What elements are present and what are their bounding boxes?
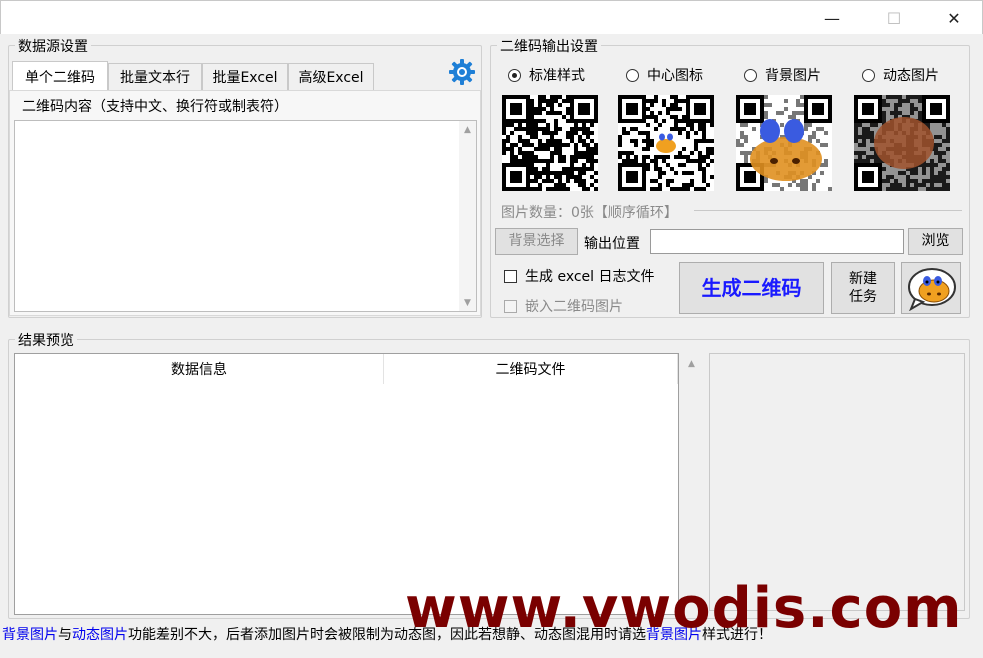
- gear-icon[interactable]: [448, 58, 476, 86]
- status-link-animated: 动态图片: [72, 627, 128, 643]
- image-count-label: 图片数量：0张【顺序循环】: [501, 205, 678, 221]
- qr-background-preview[interactable]: [736, 95, 832, 191]
- radio-icon[interactable]: [744, 68, 757, 82]
- browse-button[interactable]: 浏览: [908, 228, 963, 255]
- tab-batch-text[interactable]: 批量文本行: [108, 63, 202, 90]
- title-bar: — ☐ ✕: [0, 0, 983, 34]
- qr-animated-preview[interactable]: [854, 95, 950, 191]
- separator-line: [694, 210, 962, 211]
- radio-icon[interactable]: [862, 68, 875, 82]
- datasource-title: 数据源设置: [15, 36, 91, 56]
- radio-animated-image[interactable]: 动态图片: [862, 65, 939, 85]
- scroll-down-icon[interactable]: ▼: [459, 294, 476, 311]
- radio-center-icon[interactable]: 中心图标: [626, 65, 703, 85]
- radio-background-image[interactable]: 背景图片: [744, 65, 821, 85]
- status-text: 与: [58, 627, 72, 643]
- results-title: 结果预览: [15, 330, 77, 350]
- status-link-background: 背景图片: [2, 627, 58, 643]
- content-scrollbar[interactable]: ▲ ▼: [459, 121, 476, 311]
- about-button[interactable]: [901, 262, 961, 314]
- generate-qr-button[interactable]: 生成二维码: [679, 262, 824, 314]
- qr-standard-preview[interactable]: [502, 95, 598, 191]
- watermark: www.vwodis.com: [405, 576, 963, 641]
- content-textarea[interactable]: ▲ ▼: [14, 120, 477, 312]
- qr-preview-panel: [709, 353, 965, 611]
- checkbox-label: 生成 excel 日志文件: [525, 269, 655, 285]
- qr-center-icon-preview[interactable]: [618, 95, 714, 191]
- minimize-button[interactable]: —: [809, 1, 855, 35]
- maximize-button[interactable]: ☐: [871, 1, 917, 35]
- output-location-input[interactable]: [650, 229, 904, 254]
- gen-excel-log-checkbox[interactable]: 生成 excel 日志文件: [504, 266, 655, 286]
- radio-label: 中心图标: [647, 68, 703, 84]
- radio-label: 标准样式: [529, 68, 585, 84]
- tab-batch-excel[interactable]: 批量Excel: [202, 63, 288, 90]
- new-task-button[interactable]: 新建 任务: [831, 262, 895, 314]
- output-location-label: 输出位置: [584, 236, 640, 252]
- cow-icon: [908, 268, 956, 311]
- content-label: 二维码内容（支持中文、换行符或制表符）: [22, 99, 288, 115]
- checkbox-box[interactable]: [504, 269, 517, 283]
- embed-qr-checkbox[interactable]: 嵌入二维码图片: [504, 296, 623, 316]
- radio-label: 动态图片: [883, 68, 939, 84]
- radio-icon[interactable]: [626, 68, 639, 82]
- radio-icon[interactable]: [508, 68, 521, 82]
- tab-advanced-excel[interactable]: 高级Excel: [288, 63, 374, 90]
- close-button[interactable]: ✕: [931, 1, 977, 35]
- radio-standard-style[interactable]: 标准样式: [508, 65, 585, 85]
- radio-label: 背景图片: [765, 68, 821, 84]
- background-select-button[interactable]: 背景选择: [495, 228, 578, 255]
- scroll-up-icon[interactable]: ▲: [459, 121, 476, 138]
- scroll-up-icon[interactable]: ▲: [683, 355, 700, 372]
- checkbox-box[interactable]: [504, 299, 517, 313]
- tab-single-qr[interactable]: 单个二维码: [12, 61, 108, 91]
- column-qr-file[interactable]: 二维码文件: [384, 354, 678, 384]
- checkbox-label: 嵌入二维码图片: [525, 299, 623, 315]
- output-title: 二维码输出设置: [497, 36, 601, 56]
- column-data-info[interactable]: 数据信息: [15, 354, 384, 384]
